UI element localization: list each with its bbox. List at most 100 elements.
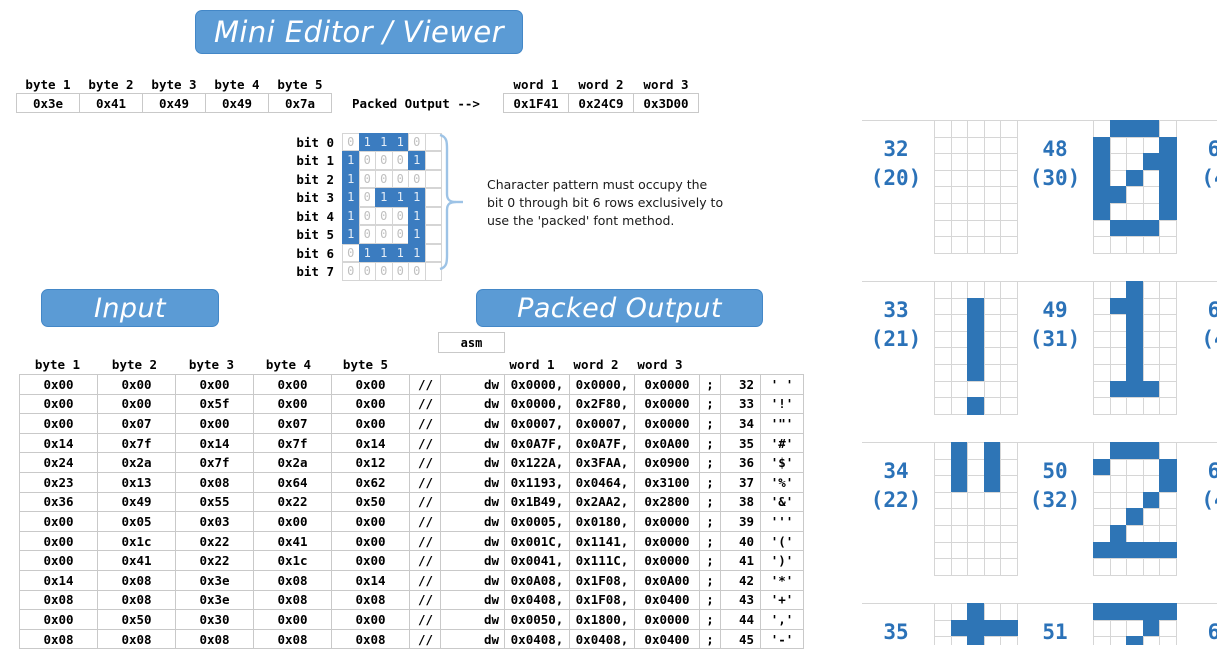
input-byte-cell[interactable]: 0x55: [176, 492, 254, 512]
char-pixel[interactable]: [1143, 298, 1161, 316]
char-pixel[interactable]: [1159, 203, 1177, 221]
char-pixel[interactable]: [967, 381, 985, 399]
char-pixel[interactable]: [1143, 281, 1161, 299]
char-pixel[interactable]: [934, 236, 952, 254]
char-pixel[interactable]: [1093, 153, 1111, 171]
char-pixel[interactable]: [934, 186, 952, 204]
bit-cell[interactable]: 1: [392, 133, 410, 152]
char-pixel[interactable]: [1110, 558, 1128, 576]
char-pixel[interactable]: [1110, 186, 1128, 204]
input-byte-cell[interactable]: 0x05: [98, 512, 176, 532]
char-pixel[interactable]: [951, 314, 969, 332]
char-map-cell[interactable]: 6(4: [1180, 120, 1217, 281]
char-pixel[interactable]: [967, 442, 985, 460]
input-byte-cell[interactable]: 0x1c: [98, 531, 176, 551]
char-pixel[interactable]: [1093, 459, 1111, 477]
char-pixel[interactable]: [1143, 220, 1161, 238]
char-map-cell[interactable]: 35(23): [862, 603, 1022, 645]
char-pixel[interactable]: [984, 475, 1002, 493]
char-pixel[interactable]: [951, 347, 969, 365]
char-pixel[interactable]: [984, 636, 1002, 645]
char-pixel[interactable]: [1143, 636, 1161, 645]
bit-cell[interactable]: 0: [375, 207, 393, 226]
table-row[interactable]: dw0x122A,0x3FAA,0x0900;36'$': [441, 453, 804, 473]
char-pixel[interactable]: [951, 170, 969, 188]
bit-cell[interactable]: 1: [359, 244, 377, 263]
char-pixel[interactable]: [1143, 508, 1161, 526]
char-pixel[interactable]: [984, 314, 1002, 332]
table-row[interactable]: dw0x0000,0x0000,0x0000;32' ': [441, 375, 804, 395]
table-row[interactable]: dw0x0007,0x0007,0x0000;34'"': [441, 414, 804, 434]
bit-cell[interactable]: 1: [375, 133, 393, 152]
bit-cell[interactable]: 1: [408, 207, 426, 226]
char-pixel[interactable]: [951, 153, 969, 171]
table-row[interactable]: dw0x001C,0x1141,0x0000;40'(': [441, 531, 804, 551]
bit-cell[interactable]: 0: [359, 262, 377, 281]
input-byte-cell[interactable]: 0x7f: [254, 433, 332, 453]
char-pixel[interactable]: [967, 525, 985, 543]
input-byte-cell[interactable]: 0x00: [332, 414, 410, 434]
bit-cell[interactable]: 0: [342, 262, 360, 281]
table-row[interactable]: 0x000x410x220x1c0x00// 29 ): [20, 551, 504, 571]
bit-cell[interactable]: 0: [375, 151, 393, 170]
char-pixel[interactable]: [951, 364, 969, 382]
char-pixel[interactable]: [1126, 492, 1144, 510]
char-pixel[interactable]: [984, 170, 1002, 188]
input-byte-cell[interactable]: 0x08: [254, 590, 332, 610]
char-pixel[interactable]: [1143, 442, 1161, 460]
input-byte-cell[interactable]: 0x00: [332, 610, 410, 630]
top-byte-value[interactable]: 0x49: [143, 94, 206, 113]
char-pixel[interactable]: [1143, 459, 1161, 477]
char-pixel[interactable]: [1093, 636, 1111, 645]
input-byte-cell[interactable]: 0x7f: [98, 433, 176, 453]
input-byte-cell[interactable]: 0x14: [20, 570, 98, 590]
char-pixel[interactable]: [1143, 492, 1161, 510]
char-pixel[interactable]: [1126, 186, 1144, 204]
char-map-cell[interactable]: 32(20): [862, 120, 1022, 281]
input-byte-cell[interactable]: 0x00: [254, 394, 332, 414]
char-pixel[interactable]: [967, 220, 985, 238]
input-byte-cell[interactable]: 0x14: [332, 570, 410, 590]
char-pixel[interactable]: [1143, 381, 1161, 399]
char-pixel[interactable]: [967, 492, 985, 510]
table-row[interactable]: dw0x0000,0x2F80,0x0000;33'!': [441, 394, 804, 414]
char-pixel[interactable]: [934, 364, 952, 382]
char-pixel[interactable]: [1000, 542, 1018, 560]
char-pixel[interactable]: [1000, 314, 1018, 332]
char-map-cell[interactable]: 50(32): [1021, 442, 1181, 603]
bit-cell[interactable]: 0: [375, 262, 393, 281]
input-byte-cell[interactable]: 0x36: [20, 492, 98, 512]
top-byte-value[interactable]: 0x49: [206, 94, 269, 113]
char-pixel[interactable]: [1000, 492, 1018, 510]
char-pixel[interactable]: [1110, 220, 1128, 238]
char-pixel[interactable]: [1126, 170, 1144, 188]
char-pixel[interactable]: [1110, 236, 1128, 254]
char-pixel[interactable]: [1126, 331, 1144, 349]
char-pixel[interactable]: [1000, 397, 1018, 415]
bit-cell[interactable]: 0: [392, 262, 410, 281]
input-byte-cell[interactable]: 0x00: [20, 375, 98, 395]
char-pixel[interactable]: [934, 508, 952, 526]
char-pixel[interactable]: [1126, 397, 1144, 415]
bit-cell[interactable]: 0: [408, 262, 426, 281]
bit-cell[interactable]: 0: [392, 170, 410, 189]
char-pixel[interactable]: [951, 620, 969, 638]
bit-cell[interactable]: 0: [342, 133, 360, 152]
char-pixel[interactable]: [1159, 381, 1177, 399]
char-pixel[interactable]: [1159, 347, 1177, 365]
char-pixel[interactable]: [951, 381, 969, 399]
char-pixel[interactable]: [1093, 120, 1111, 138]
char-pixel[interactable]: [967, 236, 985, 254]
input-byte-cell[interactable]: 0x3e: [176, 570, 254, 590]
input-byte-cell[interactable]: 0x49: [98, 492, 176, 512]
input-byte-cell[interactable]: 0x08: [176, 472, 254, 492]
char-pixel[interactable]: [951, 220, 969, 238]
char-pixel[interactable]: [934, 525, 952, 543]
char-pixel[interactable]: [1000, 170, 1018, 188]
char-pixel[interactable]: [967, 459, 985, 477]
input-byte-cell[interactable]: 0x03: [176, 512, 254, 532]
char-pixel[interactable]: [1093, 203, 1111, 221]
char-map-cell[interactable]: 6(4: [1180, 281, 1217, 442]
asm-format-chip[interactable]: asm: [438, 332, 505, 353]
char-pixel[interactable]: [1159, 475, 1177, 493]
